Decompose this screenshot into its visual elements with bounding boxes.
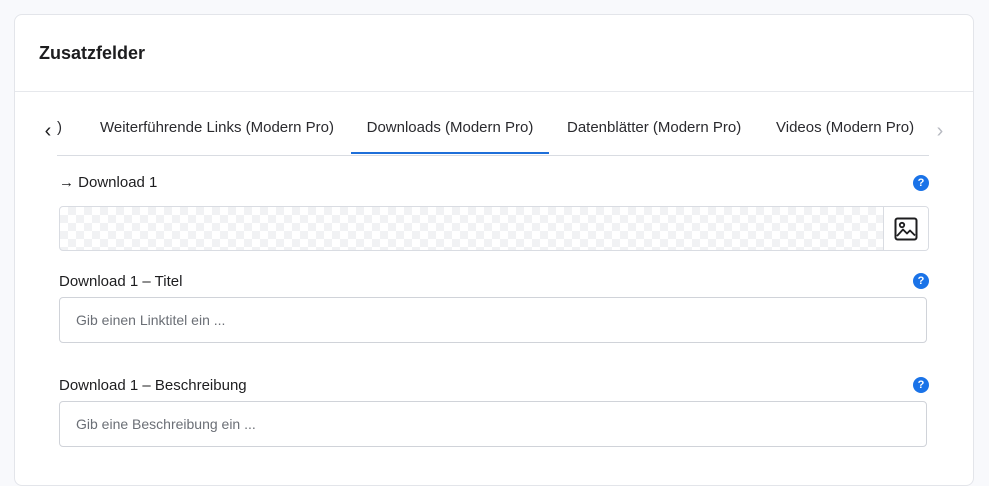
tab-videos[interactable]: Videos (Modern Pro) xyxy=(776,107,914,154)
description-input[interactable] xyxy=(59,401,927,447)
description-help-icon[interactable]: ? xyxy=(913,377,929,393)
tab-bar: ‹ ) Weiterführende Links (Modern Pro) Do… xyxy=(15,107,973,156)
tab-scroll-left-icon[interactable]: ‹ xyxy=(41,121,55,141)
tab-list: ) Weiterführende Links (Modern Pro) Down… xyxy=(57,107,929,156)
tab-weiterfuehrende-links[interactable]: Weiterführende Links (Modern Pro) xyxy=(100,107,334,154)
zusatzfelder-card: Zusatzfelder ‹ ) Weiterführende Links (M… xyxy=(14,14,974,486)
title-field-label: Download 1 – Titel xyxy=(59,273,183,290)
description-field-label: Download 1 – Beschreibung xyxy=(59,377,247,394)
image-icon xyxy=(894,217,918,240)
card-title: Zusatzfelder xyxy=(39,42,146,63)
card-header: Zusatzfelder xyxy=(15,15,973,92)
media-picker-button[interactable] xyxy=(883,207,928,250)
download-help-icon[interactable]: ? xyxy=(913,175,929,191)
download-field-label: → Download 1 xyxy=(59,174,158,191)
link-title-input[interactable] xyxy=(59,297,927,343)
tab-partial[interactable]: ) xyxy=(57,107,62,154)
tab-datenblaetter[interactable]: Datenblätter (Modern Pro) xyxy=(567,107,741,154)
tab-scroll-right-icon[interactable]: › xyxy=(933,121,947,141)
title-help-icon[interactable]: ? xyxy=(913,273,929,289)
download-media-field[interactable] xyxy=(59,206,929,251)
tab-downloads[interactable]: Downloads (Modern Pro) xyxy=(351,107,549,154)
